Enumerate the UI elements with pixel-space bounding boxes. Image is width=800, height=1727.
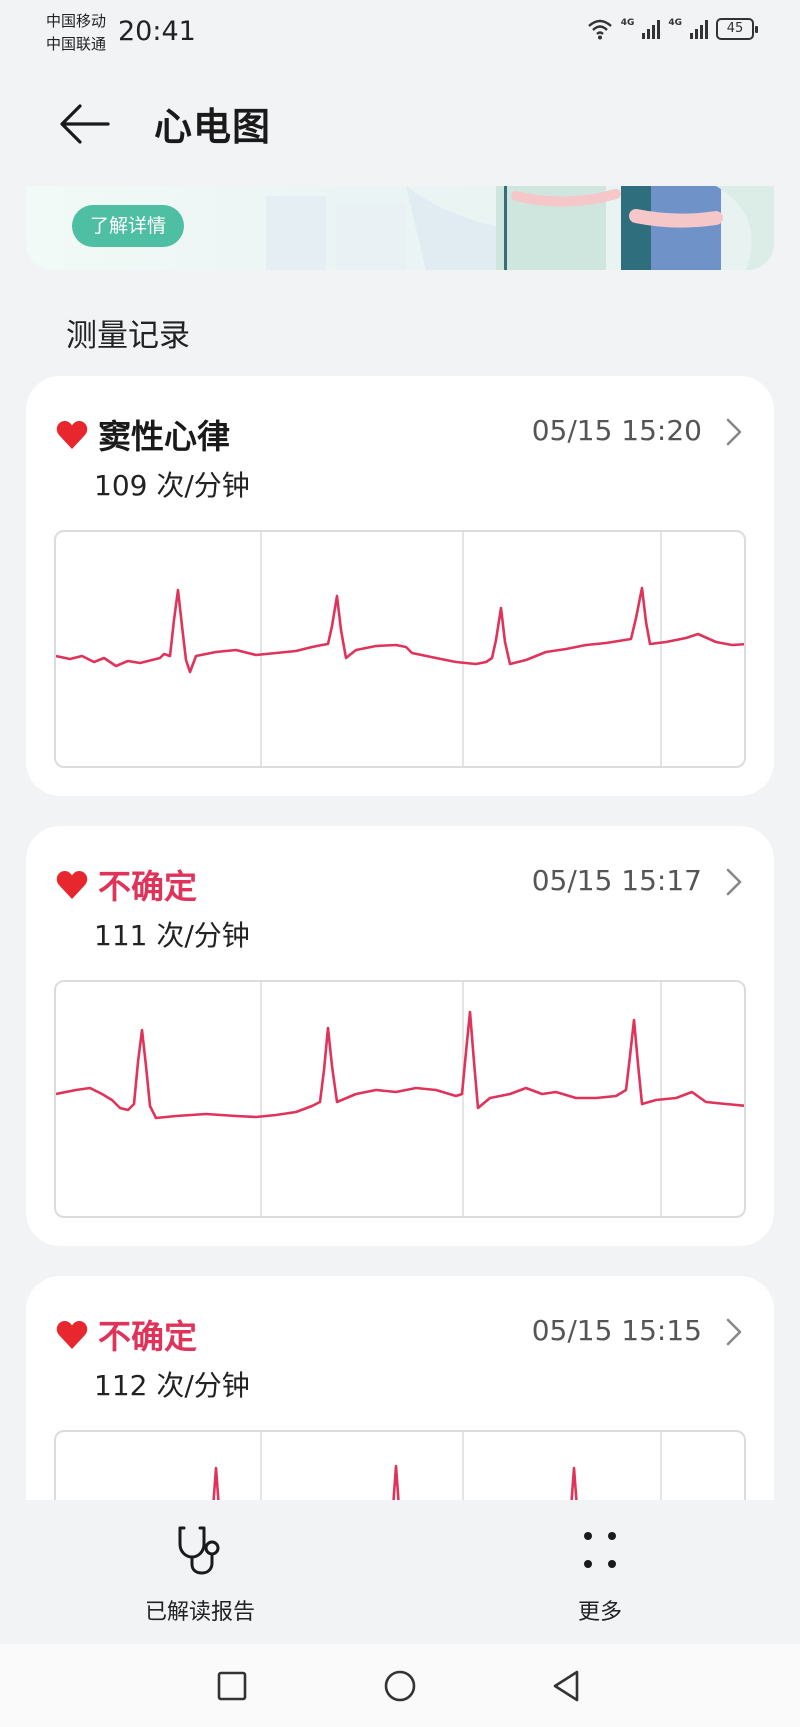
record-status: 窦性心律: [98, 417, 230, 456]
wifi-icon: [587, 19, 612, 40]
ecg-svg: [56, 532, 744, 766]
more-button[interactable]: 更多: [490, 1524, 710, 1626]
record-time: 05/15 15:17: [531, 864, 702, 897]
ecg-chart: [54, 530, 746, 768]
back-button[interactable]: [52, 92, 116, 156]
app-header: 心电图: [0, 62, 800, 172]
bottom-action-bar: 已解读报告 更多: [0, 1500, 800, 1644]
carrier-info: 中国移动 中国联通: [46, 10, 106, 56]
chevron-right-icon: [726, 1318, 742, 1346]
circle-nav-icon[interactable]: [380, 1666, 420, 1706]
chevron-right-icon: [726, 418, 742, 446]
battery-icon: 45: [716, 18, 758, 40]
heart-icon: [56, 871, 88, 899]
square-nav-icon[interactable]: [212, 1666, 252, 1706]
heart-icon: [56, 1321, 88, 1349]
ecg-page: 中国移动 中国联通 20:41 4G 4G 45 心电图 了解详情 测量记录 窦…: [0, 0, 800, 1727]
chevron-right-icon: [726, 868, 742, 896]
heart-icon: [56, 421, 88, 449]
arrow-left-icon: [60, 104, 110, 144]
section-title: 测量记录: [66, 318, 190, 354]
record-heart-rate: 112 次/分钟: [94, 1369, 250, 1402]
stethoscope-icon: [178, 1526, 220, 1575]
record-status: 不确定: [98, 867, 197, 906]
reports-button[interactable]: 已解读报告: [90, 1524, 310, 1626]
ecg-trace: [56, 1010, 744, 1120]
system-nav-bar: [0, 1644, 800, 1727]
network-4g-icon: 4G: [620, 18, 635, 28]
record-time: 05/15 15:20: [531, 414, 702, 447]
record-card[interactable]: 不确定 05/15 15:17 111 次/分钟: [26, 826, 774, 1246]
signal-icon: [642, 19, 661, 39]
record-heart-rate: 109 次/分钟: [94, 469, 250, 502]
carrier-1: 中国移动: [46, 12, 107, 30]
record-status: 不确定: [98, 1317, 197, 1356]
network-4g-icon: 4G: [668, 18, 682, 28]
ecg-svg: [56, 982, 744, 1216]
status-bar: 中国移动 中国联通 20:41 4G 4G 45: [0, 0, 800, 62]
record-time: 05/15 15:15: [531, 1314, 702, 1347]
record-card[interactable]: 窦性心律 05/15 15:20 109 次/分钟: [26, 376, 774, 796]
record-heart-rate: 111 次/分钟: [94, 919, 250, 952]
learn-more-button[interactable]: 了解详情: [72, 205, 185, 247]
page-title: 心电图: [154, 105, 272, 149]
four-dots-icon: [584, 1532, 616, 1568]
status-time: 20:41: [118, 16, 196, 47]
signal-icon: [690, 19, 708, 39]
more-label: 更多: [577, 1600, 622, 1625]
ecg-trace: [56, 586, 744, 674]
reports-label: 已解读报告: [144, 1600, 255, 1625]
carrier-2: 中国联通: [46, 35, 107, 53]
system-icons: 4G 4G 45: [587, 18, 758, 40]
triangle-back-nav-icon[interactable]: [546, 1666, 586, 1706]
ecg-chart: [54, 980, 746, 1218]
